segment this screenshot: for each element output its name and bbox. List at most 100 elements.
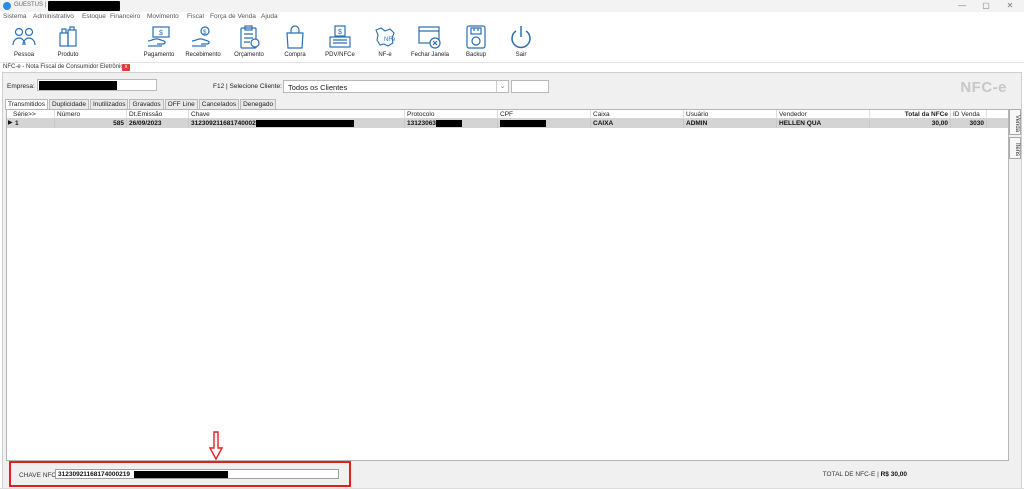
redacted-chave-footer <box>134 471 228 478</box>
down-arrow-annotation-icon <box>209 431 223 461</box>
col-cpf[interactable]: CPF <box>498 110 591 119</box>
total-label: TOTAL DE NFC-E | <box>822 471 879 478</box>
col-caixa[interactable]: Caixa <box>591 110 684 119</box>
maximize-button[interactable]: ▢ <box>976 1 996 11</box>
svg-text:$: $ <box>159 30 163 37</box>
col-numero[interactable]: Número <box>55 110 127 119</box>
toolbar-produto-button[interactable]: Produto <box>47 22 89 62</box>
col-chave[interactable]: Chave <box>189 110 405 119</box>
toolbar-backup-label: Backup <box>465 52 486 58</box>
toolbar-pdv-nfce-label: PDV/NFCe <box>325 52 355 58</box>
toolbar-fechar-janela-button[interactable]: Fechar Janela <box>409 22 451 62</box>
cell-caixa[interactable]: CAIXA <box>591 119 684 128</box>
menu-financeiro[interactable]: Financeiro <box>110 13 140 20</box>
cell-protocolo-text: 13123063 <box>407 120 436 128</box>
tab-off-line[interactable]: OFF Line <box>164 99 198 109</box>
product-icon <box>59 26 77 47</box>
col-vendedor[interactable]: Vendedor <box>777 110 870 119</box>
col-emissao[interactable]: Dt.Emissão <box>127 110 189 119</box>
toolbar-compra-button[interactable]: Compra <box>274 22 316 62</box>
menu-fiscal[interactable]: Fiscal <box>187 13 204 20</box>
col-id-venda[interactable]: ID Venda <box>951 110 987 119</box>
backup-icon <box>466 25 486 49</box>
col-serie[interactable]: Série>> <box>7 110 55 119</box>
menu-ajuda[interactable]: Ajuda <box>261 13 278 20</box>
minimize-button[interactable]: — <box>952 1 972 11</box>
toolbar-produto-label: Produto <box>57 52 79 58</box>
cell-serie[interactable]: 1 <box>7 119 55 128</box>
toolbar-orcamento-label: Orçamento <box>234 52 264 58</box>
footer-bar: CHAVE NFC-e: 31230921168174000219 TOTAL … <box>3 461 1021 488</box>
document-tab-nfce[interactable]: NFC-e - Nota Fiscal de Consumidor Eletrô… <box>3 64 127 70</box>
cell-usuario[interactable]: ADMIN <box>684 119 777 128</box>
cell-id-venda[interactable]: 3030 <box>951 119 987 128</box>
menu-movimento[interactable]: Movimento <box>147 13 179 20</box>
payment-icon: $ <box>147 26 170 47</box>
cell-numero[interactable]: 585 <box>55 119 127 128</box>
col-total[interactable]: Total da NFCe <box>870 110 951 119</box>
document-tab-bar: NFC-e - Nota Fiscal de Consumidor Eletrô… <box>0 62 1024 72</box>
table-row[interactable]: ▶ 1 585 26/09/2023 312309211681740002 13… <box>7 119 1008 128</box>
toolbar-pagamento-label: Pagamento <box>143 52 175 58</box>
cell-vendedor[interactable]: HELLEN QUA <box>777 119 870 128</box>
people-icon <box>12 27 36 46</box>
nfce-brand-title: NFC-e <box>960 79 1007 96</box>
toolbar-nfe-label: NF-e <box>378 52 392 58</box>
cliente-select[interactable]: Todos os Clientes ⌄ <box>283 80 509 93</box>
cell-chave[interactable]: 312309211681740002 <box>189 119 405 128</box>
toolbar-pdv-nfce-button[interactable]: $ PDV/NFCe <box>319 22 361 62</box>
empresa-label: Empresa: <box>7 83 35 90</box>
toolbar-pessoa-label: Pessoa <box>13 52 34 58</box>
side-tab-venda[interactable]: Venda <box>1009 109 1021 135</box>
title-bar: GUESTUS | — ▢ ✕ <box>0 0 1024 12</box>
tab-duplicidade[interactable]: Duplicidade <box>48 99 89 109</box>
cliente-code-field[interactable] <box>511 80 549 93</box>
chave-highlight-box: CHAVE NFC-e: 31230921168174000219 <box>9 461 351 487</box>
toolbar-sair-label: Sair <box>515 52 527 58</box>
toolbar-nfe-button[interactable]: NFe NF-e <box>364 22 406 62</box>
menu-administrativo[interactable]: Administrativo <box>33 13 74 20</box>
toolbar-pessoa-button[interactable]: Pessoa <box>3 22 45 62</box>
total-value: R$ 30,00 <box>880 471 907 478</box>
tab-inutilizados[interactable]: Inutilizados <box>89 99 129 109</box>
toolbar-sair-button[interactable]: Sair <box>500 22 542 62</box>
redacted-company-name <box>48 1 120 11</box>
cell-total[interactable]: 30,00 <box>870 119 951 128</box>
receipt-hand-icon: $ <box>191 26 210 47</box>
empresa-field[interactable] <box>37 79 157 91</box>
tab-gravados[interactable]: Gravados <box>129 99 164 109</box>
toolbar-orcamento-button[interactable]: Orçamento <box>228 22 270 62</box>
tab-denegado[interactable]: Denegado <box>240 99 277 109</box>
toolbar-pagamento-button[interactable]: $ Pagamento <box>138 22 180 62</box>
toolbar-backup-button[interactable]: Backup <box>455 22 497 62</box>
close-window-button[interactable]: ✕ <box>1000 1 1020 11</box>
chave-nfce-field[interactable]: 31230921168174000219 <box>55 469 339 479</box>
status-tabs: Transmitidos Duplicidade Inutilizados Grava… <box>5 99 277 110</box>
tab-cancelados[interactable]: Cancelados <box>198 99 240 109</box>
pos-terminal-icon: $ <box>329 25 351 48</box>
col-protocolo[interactable]: Protocolo <box>405 110 498 119</box>
cell-emissao[interactable]: 26/09/2023 <box>127 119 189 128</box>
menu-sistema[interactable]: Sistema <box>3 13 26 20</box>
svg-text:NFe: NFe <box>384 37 396 43</box>
cliente-label: F12 | Selecione Cliente: <box>213 83 282 90</box>
toolbar-recebimento-label: Recebimento <box>185 52 221 58</box>
chave-nfce-value: 31230921168174000219 <box>58 471 130 478</box>
cliente-select-value: Todos os Clientes <box>288 83 348 92</box>
menu-estoque[interactable]: Estoque <box>82 13 106 20</box>
document-tab-close-button[interactable]: x <box>122 64 130 71</box>
grid-header: Série>> Número Dt.Emissão Chave Protocol… <box>7 110 1008 119</box>
nfce-grid: Série>> Número Dt.Emissão Chave Protocol… <box>6 109 1009 461</box>
cell-chave-text: 312309211681740002 <box>191 120 256 128</box>
svg-text:$: $ <box>338 29 342 36</box>
redacted-chave <box>255 120 354 127</box>
chevron-down-icon[interactable]: ⌄ <box>496 81 508 92</box>
cell-protocolo[interactable]: 13123063 <box>405 119 498 128</box>
cell-cpf[interactable] <box>498 119 591 128</box>
menu-forca-de-venda[interactable]: Força de Venda <box>210 13 256 20</box>
col-usuario[interactable]: Usuário <box>684 110 777 119</box>
redacted-cpf <box>500 120 546 127</box>
window-title: GUESTUS | <box>14 2 47 8</box>
toolbar-recebimento-button[interactable]: $ Recebimento <box>182 22 224 62</box>
side-tab-itens[interactable]: Itens <box>1009 137 1021 159</box>
